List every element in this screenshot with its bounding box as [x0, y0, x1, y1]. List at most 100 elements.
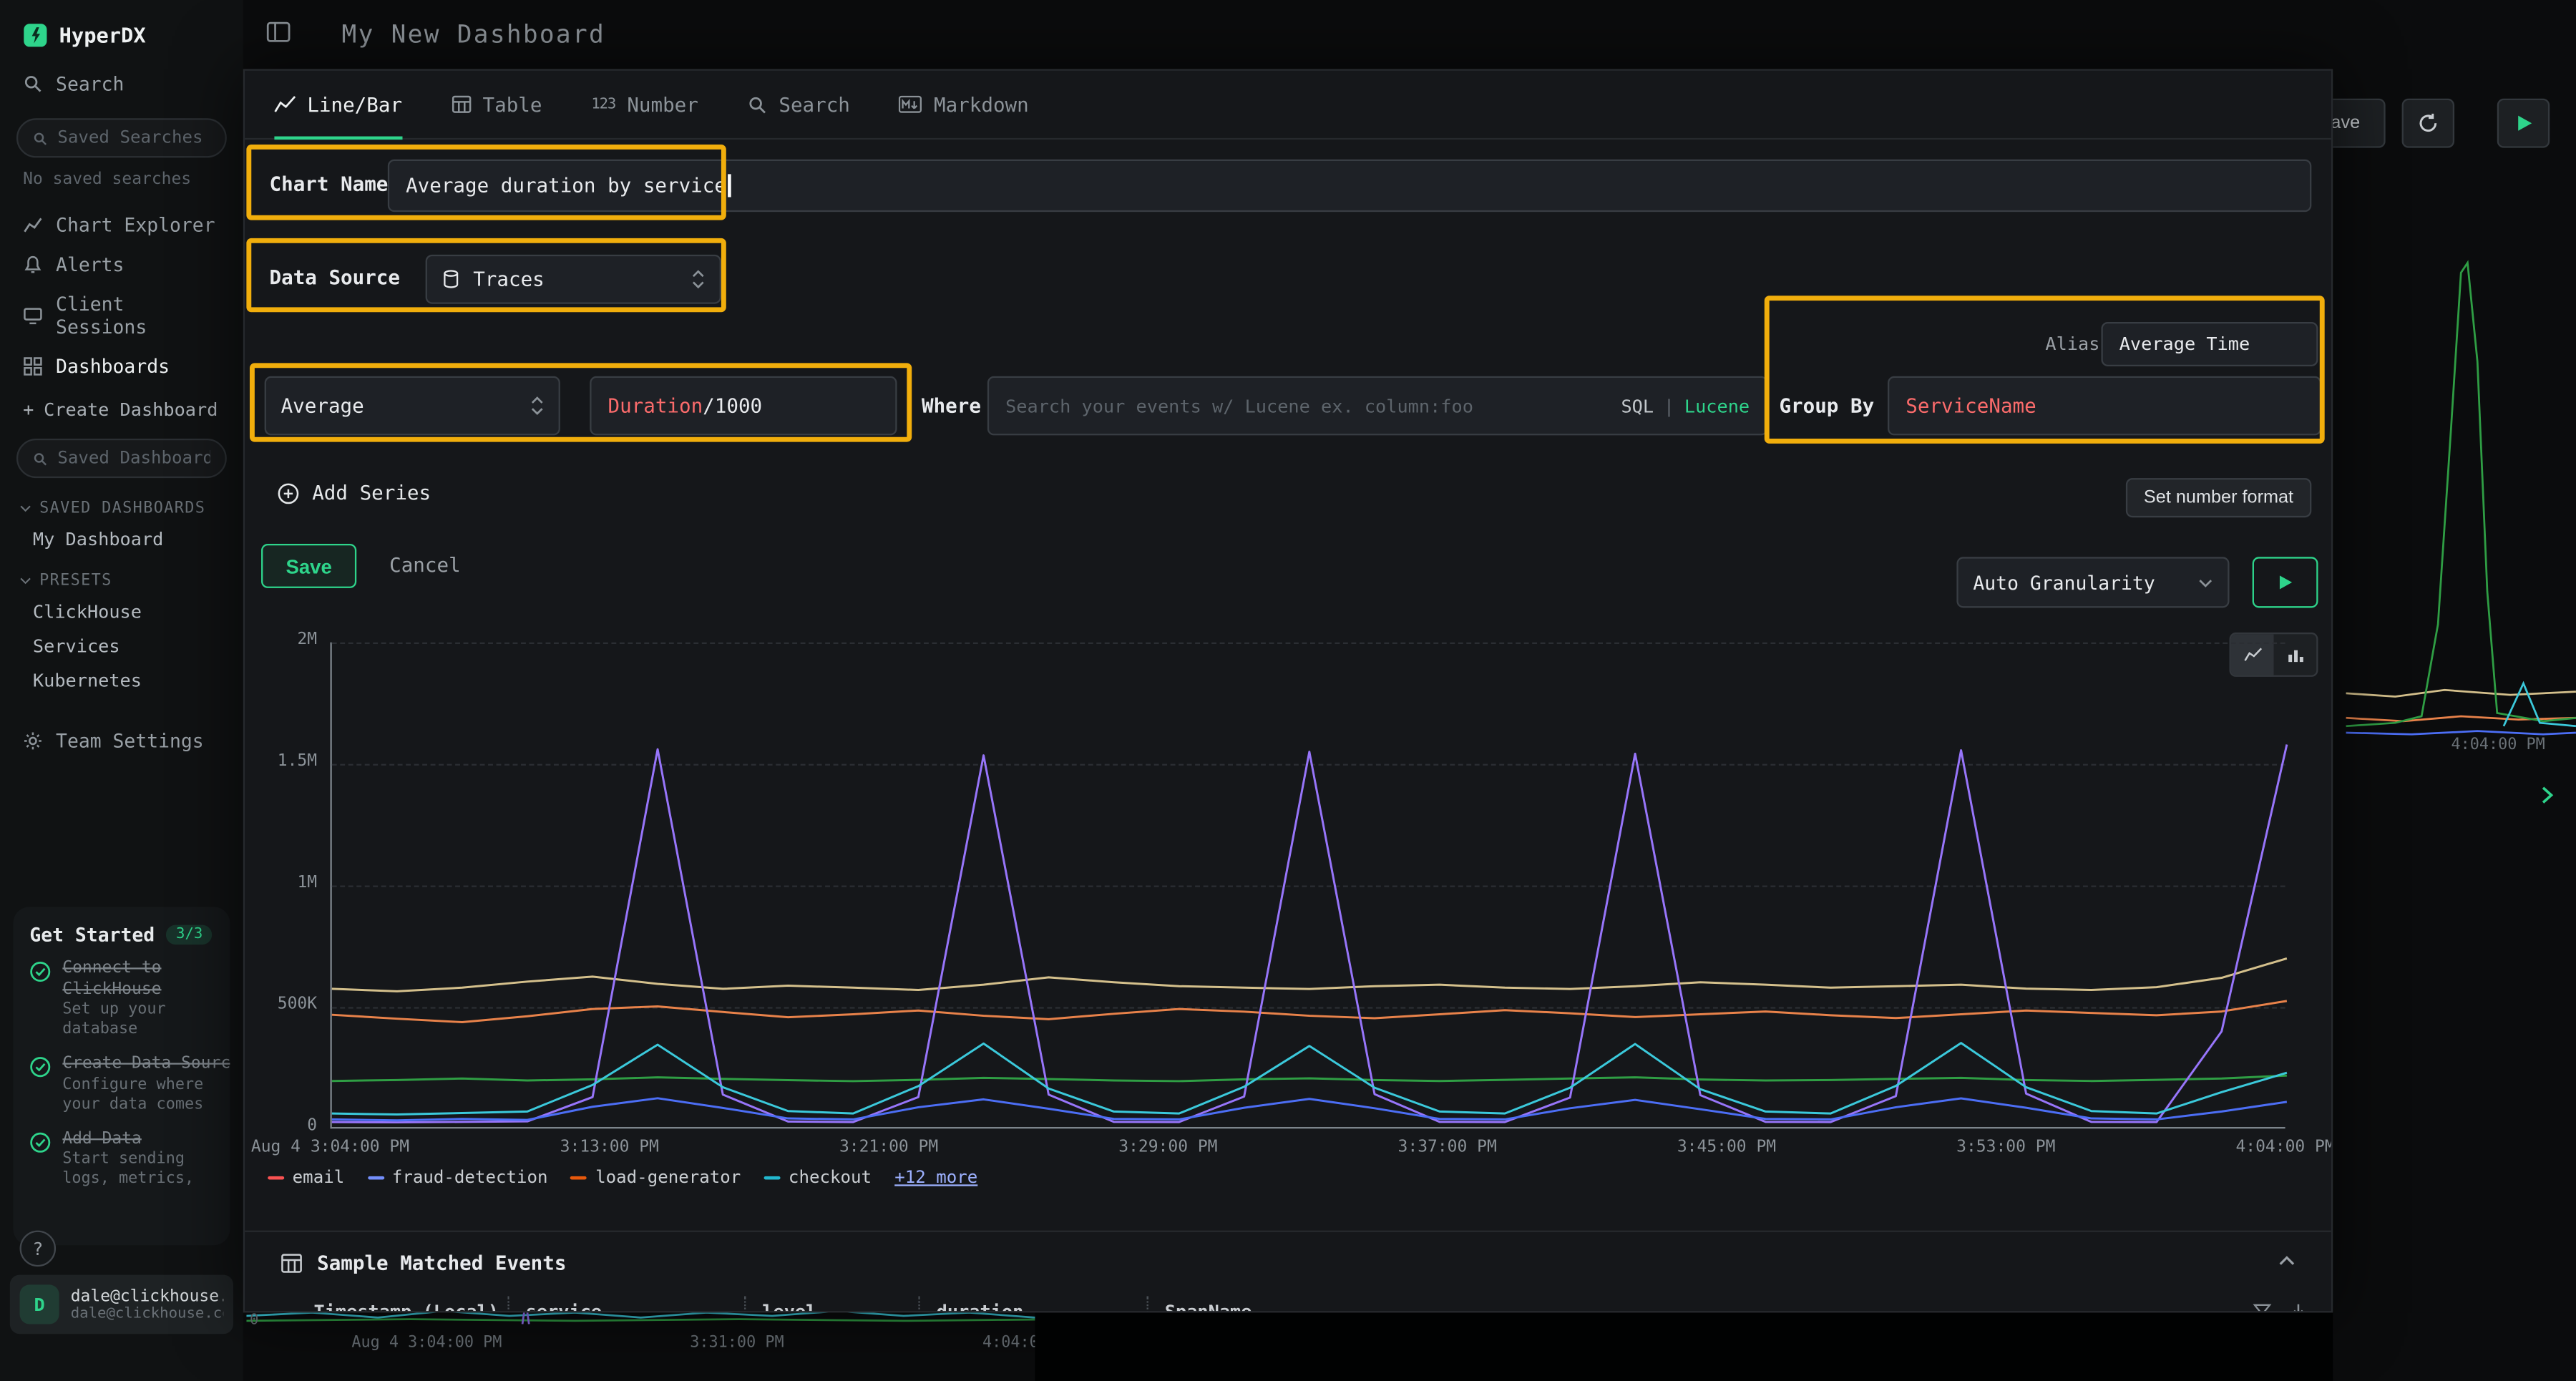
column-header-spanname[interactable]: SpanName	[1148, 1300, 1411, 1312]
column-header-level[interactable]: level	[746, 1300, 918, 1312]
background-series-line	[2346, 263, 2576, 726]
data-source-select[interactable]: Traces	[426, 255, 721, 304]
sql-toggle[interactable]: SQL	[1621, 395, 1654, 416]
user-menu[interactable]: D dale@clickhouse.c dale@clickhouse.com'…	[10, 1275, 233, 1334]
legend-more-link[interactable]: +12 more	[894, 1168, 977, 1188]
hyperdx-app: HyperDX Search Saved Searches No saved s…	[0, 0, 2576, 1381]
background-series-line	[246, 1312, 1068, 1317]
check-circle-icon	[29, 961, 51, 1040]
x-axis-tick: 3:21:00 PM	[839, 1138, 938, 1156]
section-label: SAVED DASHBOARDS	[39, 499, 205, 517]
lucene-toggle[interactable]: Lucene	[1684, 395, 1750, 416]
background-series-line	[2346, 731, 2576, 735]
plus-circle-icon	[278, 482, 299, 504]
saved-dashboards-input[interactable]: Saved Dashboards	[16, 439, 227, 478]
granularity-select[interactable]: Auto Granularity	[1956, 557, 2229, 607]
chart-explorer-icon	[23, 215, 43, 235]
saved-dashboard-item[interactable]: My Dashboard	[0, 522, 243, 557]
run-query-button[interactable]	[2253, 557, 2318, 607]
help-button[interactable]: ?	[20, 1231, 57, 1267]
dashboards-grid-icon	[23, 356, 43, 376]
sidebar-item-chart-explorer[interactable]: Chart Explorer	[0, 205, 243, 245]
section-presets[interactable]: PRESETS	[0, 557, 243, 595]
sidebar-item-dashboards[interactable]: Dashboards	[0, 346, 243, 386]
chart-editor-dialog: Line/Bar Table 123 Number Search Markdow…	[243, 69, 2333, 1312]
where-placeholder: Search your events w/ Lucene ex. column:…	[1005, 395, 1473, 416]
plus-icon: +	[23, 399, 34, 421]
aggregation-value: Average	[281, 394, 364, 417]
set-number-format-button[interactable]: Set number format	[2126, 478, 2312, 517]
where-search-input[interactable]: Search your events w/ Lucene ex. column:…	[987, 376, 1768, 436]
group-by-input[interactable]: ServiceName	[1888, 376, 2321, 436]
tab-label: Markdown	[934, 93, 1029, 116]
chart-series-svg	[332, 643, 2287, 1129]
legend-color-dash	[763, 1176, 780, 1180]
column-header-service[interactable]: service	[509, 1300, 744, 1312]
save-button[interactable]: Save	[261, 544, 356, 588]
x-axis-tick: 3:37:00 PM	[1398, 1138, 1497, 1156]
cancel-button[interactable]: Cancel	[389, 554, 461, 577]
background-axis-label: Aug 4 3:04:00 PM	[351, 1334, 502, 1352]
filter-icon[interactable]	[2253, 1302, 2273, 1313]
tab-markdown[interactable]: Markdown	[899, 71, 1029, 138]
sidebar-collapse-icon[interactable]	[266, 21, 291, 43]
tab-number[interactable]: 123 Number	[591, 71, 698, 138]
preset-item-kubernetes[interactable]: Kubernetes	[0, 664, 243, 698]
where-label: Where	[922, 394, 981, 417]
preset-item-services[interactable]: Services	[0, 629, 243, 663]
section-saved-dashboards[interactable]: SAVED DASHBOARDS	[0, 484, 243, 522]
legend-item-checkout[interactable]: checkout	[763, 1168, 872, 1188]
aggregation-select[interactable]: Average	[265, 376, 560, 436]
create-dashboard-button[interactable]: + Create Dashboard	[0, 386, 243, 424]
tab-line-bar[interactable]: Line/Bar	[274, 71, 402, 138]
column-header-timestamp[interactable]: Timestamp (Local)	[268, 1300, 507, 1312]
sidebar-item-team-settings[interactable]: Team Settings	[0, 721, 243, 761]
sidebar-item-search[interactable]: Search	[0, 64, 243, 104]
step-desc: Start sending logs, metrics, or traces	[62, 1150, 213, 1189]
preset-item-clickhouse[interactable]: ClickHouse	[0, 595, 243, 629]
sample-matched-events-header[interactable]: Sample Matched Events	[245, 1231, 2331, 1293]
download-icon[interactable]	[2288, 1302, 2308, 1313]
legend-label: fraud-detection	[392, 1168, 548, 1188]
background-axis-zero: 0	[250, 1312, 258, 1329]
granularity-value: Auto Granularity	[1973, 571, 2155, 594]
legend-color-dash	[367, 1176, 384, 1180]
brand-name: HyperDX	[59, 23, 146, 47]
sidebar-item-client-sessions[interactable]: Client Sessions	[0, 284, 243, 346]
sidebar-item-label: Search	[56, 72, 124, 95]
alias-input[interactable]: Average Time	[2101, 322, 2318, 366]
get-started-step-data-source[interactable]: Create Data Source Configure where your …	[29, 1055, 213, 1115]
collapse-chevron-up-icon[interactable]	[2278, 1255, 2295, 1267]
tab-search[interactable]: Search	[748, 71, 850, 138]
background-axis-label: 3:31:00 PM	[690, 1334, 784, 1352]
no-saved-searches-text: No saved searches	[0, 165, 243, 205]
sidebar-item-alerts[interactable]: Alerts	[0, 245, 243, 284]
page-header: My New Dashboard	[243, 0, 2576, 69]
scroll-right-icon[interactable]	[2540, 785, 2555, 805]
x-axis-tick: Aug 4 3:04:00 PM	[251, 1138, 409, 1156]
column-header-duration[interactable]: duration	[920, 1300, 1147, 1312]
refresh-button[interactable]	[2402, 99, 2454, 148]
database-icon	[442, 270, 460, 290]
events-table-header: Timestamp (Local) service level duration…	[268, 1293, 2308, 1313]
legend-item-fraud-detection[interactable]: fraud-detection	[367, 1168, 547, 1188]
legend-item-load-generator[interactable]: load-generator	[571, 1168, 741, 1188]
x-axis-tick: 3:13:00 PM	[560, 1138, 659, 1156]
tab-table[interactable]: Table	[452, 71, 542, 138]
brand[interactable]: HyperDX	[0, 0, 243, 64]
chart-name-input[interactable]: Average duration by service	[388, 160, 2311, 212]
get-started-title: Get Started	[29, 923, 155, 946]
tab-label: Line/Bar	[307, 93, 402, 116]
get-started-step-add-data[interactable]: Add Data Start sending logs, metrics, or…	[29, 1129, 213, 1189]
x-axis-tick: 3:45:00 PM	[1677, 1138, 1776, 1156]
get-started-step-connect[interactable]: Connect to ClickHouse Set up your databa…	[29, 960, 213, 1040]
background-chart-sliver	[246, 1312, 1068, 1324]
live-play-button[interactable]	[2497, 99, 2550, 148]
add-series-button[interactable]: Add Series	[278, 482, 431, 504]
field-expression-input[interactable]: Duration /1000	[590, 376, 897, 436]
selector-chevrons-icon	[692, 270, 705, 290]
chart-legend: email fraud-detection load-generator checko…	[268, 1168, 977, 1188]
bar-chart-icon	[2286, 648, 2304, 663]
saved-searches-input[interactable]: Saved Searches	[16, 118, 227, 157]
legend-item-email[interactable]: email	[268, 1168, 344, 1188]
